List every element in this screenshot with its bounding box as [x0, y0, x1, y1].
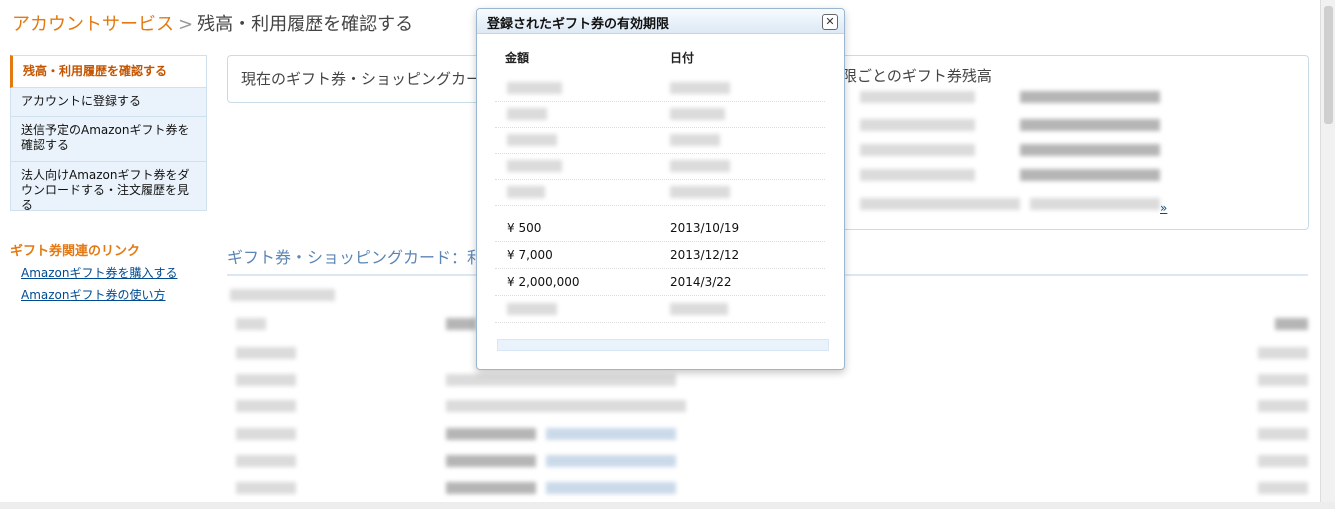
table-row: ¥ 500 2013/10/19 — [495, 215, 825, 242]
breadcrumb-account-services-link[interactable]: アカウントサービス — [12, 14, 174, 35]
sidebar: 残高・利用履歴を確認する アカウントに登録する 送信予定のAmazonギフト券を… — [10, 55, 207, 303]
breadcrumb-current: 残高・利用履歴を確認する — [197, 14, 414, 35]
expiry-details-link[interactable]: » — [1160, 201, 1167, 215]
date-cell: 2013/10/19 — [670, 221, 740, 235]
redacted-value — [236, 482, 296, 494]
giftcard-usage-link[interactable]: Amazonギフト券の使い方 — [21, 286, 207, 303]
buy-giftcard-link[interactable]: Amazonギフト券を購入する — [21, 264, 207, 281]
redacted-value — [1258, 347, 1308, 359]
breadcrumb: アカウントサービス > 残高・利用履歴を確認する — [12, 10, 413, 36]
table-row — [495, 296, 825, 323]
scrollbar-thumb[interactable] — [1324, 6, 1333, 124]
redacted-value — [670, 186, 730, 198]
redacted-value — [1020, 144, 1160, 156]
redacted-value — [236, 455, 296, 467]
table-row — [495, 101, 825, 128]
date-column-header: 日付 — [670, 51, 695, 65]
sidebar-item-corporate-download[interactable]: 法人向けAmazonギフト券をダウンロードする・注文履歴を見る — [10, 162, 207, 212]
redacted-value — [670, 134, 720, 146]
amount-cell: ¥ 500 — [507, 221, 542, 235]
expiry-balance-box: 限ごとのギフト券残高 » — [842, 55, 1309, 230]
redacted-value — [507, 303, 557, 315]
redacted-value — [236, 318, 266, 330]
dialog-footer-bar — [497, 339, 829, 351]
redacted-value — [507, 82, 562, 94]
giftcard-expiry-dialog: 登録されたギフト券の有効期限 ✕ 金額 日付 ¥ 500 2013/10/19 — [476, 8, 845, 370]
amount-column-header: 金額 — [505, 51, 530, 65]
redacted-value — [236, 428, 296, 440]
redacted-value — [507, 160, 562, 172]
close-icon[interactable]: ✕ — [822, 14, 838, 30]
redacted-value — [446, 400, 686, 412]
table-row — [495, 179, 825, 206]
date-cell: 2013/12/12 — [670, 248, 740, 262]
bottom-bar — [0, 502, 1335, 509]
amount-cell: ¥ 2,000,000 — [507, 275, 580, 289]
redacted-value — [446, 374, 676, 386]
current-balance-title: 現在のギフト券・ショッピングカード — [241, 70, 497, 88]
redacted-value — [860, 144, 975, 156]
redacted-link[interactable] — [546, 428, 676, 440]
redacted-value — [507, 186, 545, 198]
usage-history-title: ギフト券・ショッピングカード：利用 — [227, 248, 500, 267]
date-cell: 2014/3/22 — [670, 275, 732, 289]
redacted-value — [860, 91, 975, 103]
expiry-balance-title: 限ごとのギフト券残高 — [842, 67, 992, 85]
redacted-value — [670, 303, 728, 315]
current-balance-box: 現在のギフト券・ショッピングカード — [227, 55, 496, 103]
redacted-value — [1020, 169, 1160, 181]
redacted-value — [1258, 482, 1308, 494]
redacted-value — [1020, 91, 1160, 103]
redacted-value — [670, 160, 730, 172]
redacted-value — [446, 482, 536, 494]
redacted-value — [1258, 400, 1308, 412]
table-row — [495, 75, 825, 102]
redacted-value — [860, 119, 975, 131]
sidebar-item-balance-history[interactable]: 残高・利用履歴を確認する — [10, 55, 207, 88]
redacted-value — [236, 374, 296, 386]
redacted-value — [860, 198, 1020, 210]
redacted-value — [446, 428, 536, 440]
table-row — [495, 127, 825, 154]
redacted-value — [670, 108, 725, 120]
redacted-value — [1258, 374, 1308, 386]
redacted-value — [507, 134, 557, 146]
dialog-title: 登録されたギフト券の有効期限 — [487, 17, 670, 32]
related-links-heading: ギフト券関連のリンク — [10, 244, 141, 259]
redacted-link[interactable] — [546, 482, 676, 494]
sidebar-item-scheduled-giftcards[interactable]: 送信予定のAmazonギフト券を確認する — [10, 117, 207, 162]
redacted-value — [507, 108, 547, 120]
redacted-value — [446, 455, 536, 467]
redacted-value — [230, 289, 335, 301]
vertical-scrollbar[interactable] — [1320, 0, 1335, 509]
table-row — [495, 153, 825, 180]
table-row: ¥ 7,000 2013/12/12 — [495, 242, 825, 269]
dialog-header: 登録されたギフト券の有効期限 ✕ — [477, 9, 844, 34]
redacted-value — [670, 82, 730, 94]
redacted-value — [1258, 428, 1308, 440]
table-row: ¥ 2,000,000 2014/3/22 — [495, 269, 825, 296]
redacted-value — [1030, 198, 1160, 210]
redacted-value — [1258, 455, 1308, 467]
redacted-value — [1275, 318, 1308, 330]
redacted-value — [236, 400, 296, 412]
breadcrumb-separator: > — [178, 14, 194, 35]
redacted-value — [860, 169, 975, 181]
redacted-link[interactable] — [546, 455, 676, 467]
redacted-value — [1020, 119, 1160, 131]
amount-cell: ¥ 7,000 — [507, 248, 553, 262]
redacted-value — [236, 347, 296, 359]
redacted-value — [446, 318, 476, 330]
sidebar-item-register-account[interactable]: アカウントに登録する — [10, 88, 207, 117]
